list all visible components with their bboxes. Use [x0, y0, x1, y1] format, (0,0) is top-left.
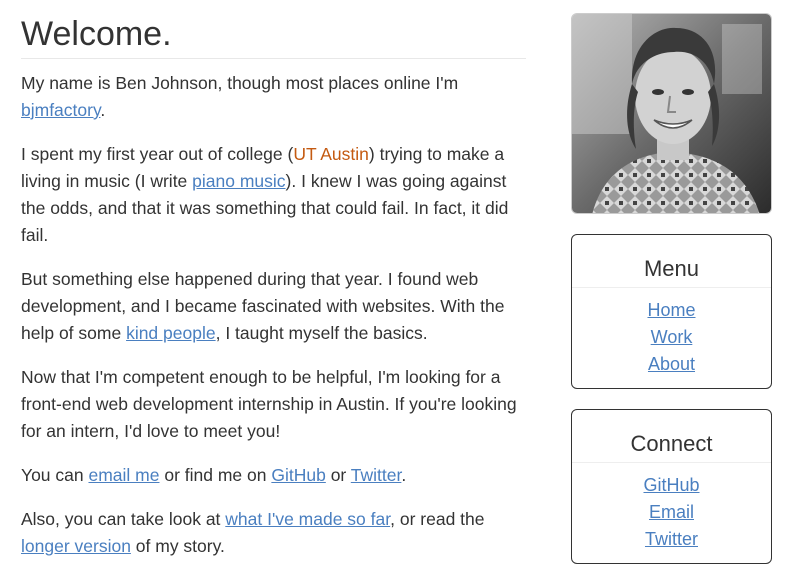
email-link[interactable]: email me [88, 465, 159, 485]
portrait-image [572, 14, 771, 213]
intro-paragraph: My name is Ben Johnson, though most plac… [21, 70, 526, 124]
text: I spent my first year out of college ( [21, 144, 294, 164]
menu-title: Menu [572, 235, 771, 288]
connect-item-email[interactable]: Email [572, 499, 771, 526]
portfolio-paragraph: Also, you can take look at what I've mad… [21, 506, 526, 560]
connect-item-github[interactable]: GitHub [572, 472, 771, 499]
text: , or read the [390, 509, 485, 529]
text: , I taught myself the basics. [215, 323, 428, 343]
text: or find me on [159, 465, 272, 485]
music-paragraph: I spent my first year out of college (UT… [21, 141, 526, 249]
school-name: UT Austin [293, 144, 369, 164]
profile-photo [571, 13, 772, 214]
menu-links: Home Work About [572, 288, 771, 384]
connect-item-twitter[interactable]: Twitter [572, 526, 771, 553]
longer-version-link[interactable]: longer version [21, 536, 131, 556]
connect-title: Connect [572, 410, 771, 463]
menu-item-home[interactable]: Home [572, 297, 771, 324]
work-link[interactable]: what I've made so far [225, 509, 390, 529]
contact-paragraph: You can email me or find me on GitHub or… [21, 462, 526, 489]
connect-box: Connect GitHub Email Twitter [571, 409, 772, 564]
text: Also, you can take look at [21, 509, 226, 529]
connect-links: GitHub Email Twitter [572, 463, 771, 559]
menu-box: Menu Home Work About [571, 234, 772, 389]
menu-item-about[interactable]: About [572, 351, 771, 378]
text: My name is Ben Johnson, though most plac… [21, 73, 459, 93]
main-content: Welcome. My name is Ben Johnson, though … [21, 12, 526, 560]
twitter-link[interactable]: Twitter [351, 465, 402, 485]
text: of my story. [130, 536, 225, 556]
kind-people-link[interactable]: kind people [126, 323, 216, 343]
page-title: Welcome. [21, 12, 526, 59]
handle-link[interactable]: bjmfactory [21, 100, 100, 120]
webdev-paragraph: But something else happened during that … [21, 266, 526, 347]
piano-music-link[interactable]: piano music [192, 171, 285, 191]
text: . [100, 100, 106, 120]
text: . [401, 465, 407, 485]
menu-item-work[interactable]: Work [572, 324, 771, 351]
text: You can [21, 465, 89, 485]
github-link[interactable]: GitHub [271, 465, 325, 485]
text: or [325, 465, 351, 485]
internship-paragraph: Now that I'm competent enough to be help… [21, 367, 517, 441]
